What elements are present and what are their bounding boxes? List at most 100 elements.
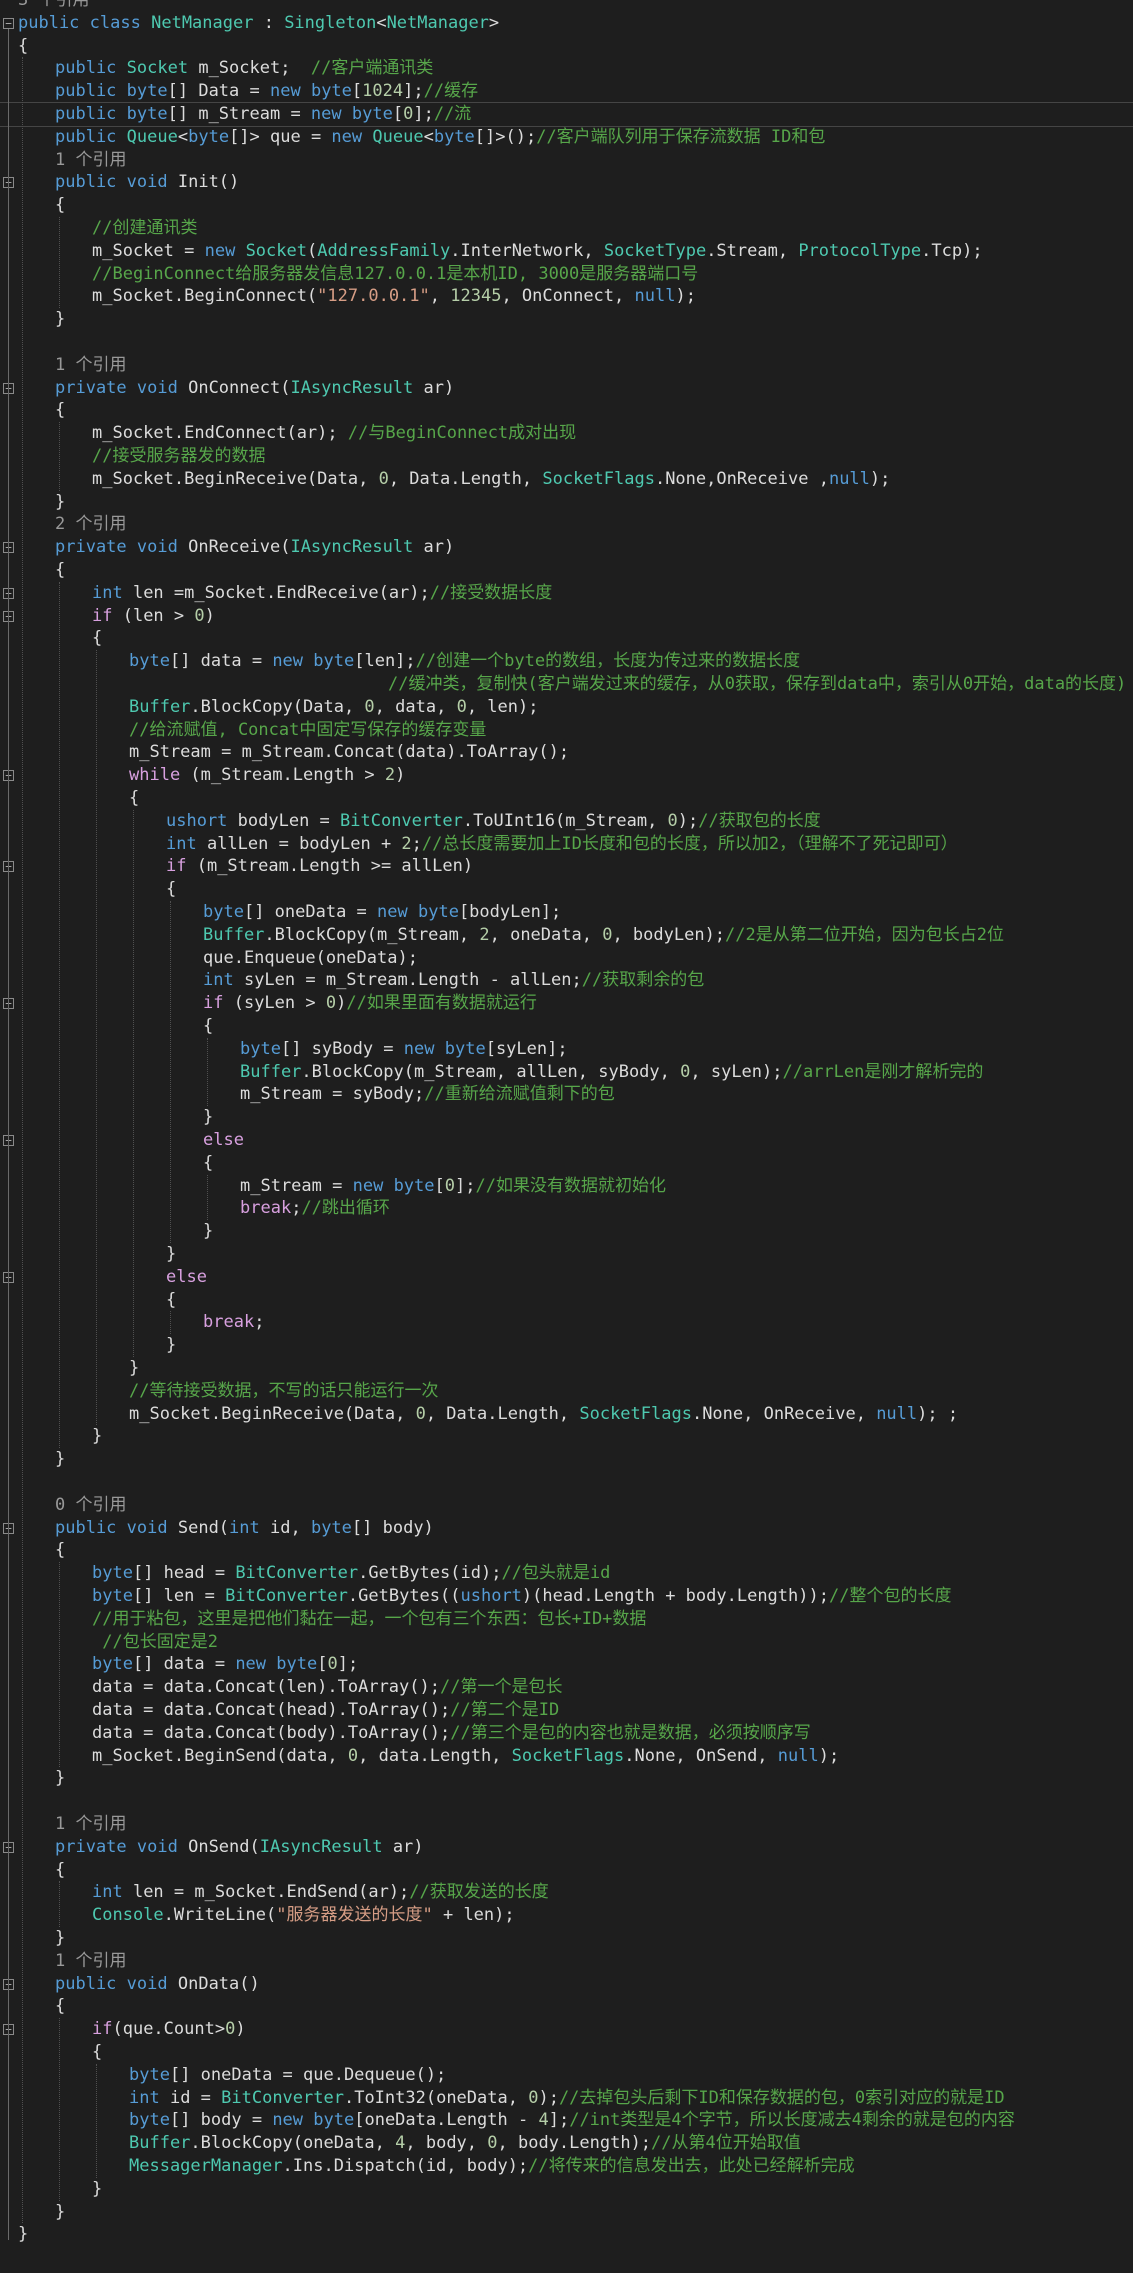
code-line[interactable]: } <box>0 1357 1133 1380</box>
code-line[interactable]: public Socket m_Socket; //客户端通讯类 <box>0 57 1133 80</box>
code-line[interactable]: 1 个引用 <box>0 1950 1133 1973</box>
codelens-references[interactable]: 2 个引用 <box>55 514 126 534</box>
code-comment: //int类型是4个字节，所以长度减去4剩余的就是包的内容 <box>569 2110 1015 2131</box>
code-line[interactable]: //用于粘包，这里是把他们黏在一起，一个包有三个东西：包长+ID+数据 <box>0 1608 1133 1631</box>
code-line[interactable]: } <box>0 1334 1133 1357</box>
code-line[interactable]: byte[] head = BitConverter.GetBytes(id);… <box>0 1562 1133 1585</box>
code-line[interactable]: { <box>0 627 1133 650</box>
code-line[interactable]: int allLen = bodyLen + 2;//总长度需要加上ID长度和包… <box>0 833 1133 856</box>
codelens-references[interactable]: 1 个引用 <box>55 150 126 170</box>
code-line[interactable]: m_Socket.EndConnect(ar); //与BeginConnect… <box>0 422 1133 445</box>
code-line[interactable]: data = data.Concat(head).ToArray();//第二个… <box>0 1699 1133 1722</box>
code-line[interactable]: − private void OnReceive(IAsyncResult ar) <box>0 536 1133 559</box>
code-line[interactable]: } <box>0 2201 1133 2224</box>
code-line[interactable]: { <box>0 2041 1133 2064</box>
code-line[interactable]: 3 个引用 <box>0 0 1133 12</box>
code-line[interactable]: − if (m_Stream.Length >= allLen) <box>0 855 1133 878</box>
code-line[interactable]: m_Stream = m_Stream.Concat(data).ToArray… <box>0 741 1133 764</box>
code-line[interactable]: byte[] data = new byte[len];//创建一个byte的数… <box>0 650 1133 673</box>
code-line[interactable]: 2 个引用 <box>0 513 1133 536</box>
code-line[interactable]: − public class NetManager : Singleton<Net… <box>0 12 1133 35</box>
code-line[interactable]: m_Socket.BeginConnect("127.0.0.1", 12345… <box>0 285 1133 308</box>
code-line[interactable]: } <box>0 1767 1133 1790</box>
code-token: ar) <box>382 1836 424 1857</box>
code-line[interactable] <box>0 1471 1133 1494</box>
code-line[interactable]: } <box>0 491 1133 514</box>
code-line[interactable]: − private void OnConnect(IAsyncResult ar) <box>0 377 1133 400</box>
code-line[interactable]: Console.WriteLine("服务器发送的长度" + len); <box>0 1904 1133 1927</box>
codelens-references[interactable]: 0 个引用 <box>55 1495 126 1515</box>
code-line[interactable]: { <box>0 787 1133 810</box>
code-line[interactable]: − private void OnSend(IAsyncResult ar) <box>0 1836 1133 1859</box>
code-line[interactable]: byte[] oneData = que.Dequeue(); <box>0 2064 1133 2087</box>
code-line[interactable]: //缓冲类，复制快(客户端发过来的缓存，从0获取，保存到data中，索引从0开始… <box>0 673 1133 696</box>
code-line[interactable]: public byte[] Data = new byte[1024];//缓存 <box>0 80 1133 103</box>
code-line[interactable]: − public void Init() <box>0 171 1133 194</box>
code-line[interactable]: − if (len > 0) <box>0 605 1133 628</box>
code-line[interactable]: m_Socket.BeginSend(data, 0, data.Length,… <box>0 1745 1133 1768</box>
code-line[interactable]: − public void Send(int id, byte[] body) <box>0 1517 1133 1540</box>
code-line[interactable]: 1 个引用 <box>0 149 1133 172</box>
code-line[interactable]: − else <box>0 1266 1133 1289</box>
code-token: public <box>55 81 117 102</box>
code-line[interactable]: //包长固定是2 <box>0 1631 1133 1654</box>
codelens-references[interactable]: 3 个引用 <box>18 0 89 10</box>
code-line[interactable] <box>0 1790 1133 1813</box>
code-line[interactable]: } <box>0 2223 1133 2246</box>
code-line[interactable]: data = data.Concat(len).ToArray();//第一个是… <box>0 1676 1133 1699</box>
code-line[interactable]: { <box>0 1995 1133 2018</box>
code-line[interactable]: //BeginConnect给服务器发信息127.0.0.1是本机ID, 300… <box>0 263 1133 286</box>
code-line[interactable]: { <box>0 1859 1133 1882</box>
fold-toggle-icon[interactable]: − <box>3 17 14 29</box>
code-line[interactable]: //创建通讯类 <box>0 217 1133 240</box>
code-line[interactable]: { <box>0 399 1133 422</box>
code-line[interactable]: public Queue<byte[]> que = new Queue<byt… <box>0 126 1133 149</box>
code-line[interactable]: MessagerManager.Ins.Dispatch(id, body);/… <box>0 2155 1133 2178</box>
code-comment: //总长度需要加上ID长度和包的长度，所以加2，（理解不了死记即可） <box>421 833 958 854</box>
code-line[interactable]: } <box>0 1927 1133 1950</box>
code-line[interactable]: { <box>0 194 1133 217</box>
code-line[interactable]: } <box>0 1243 1133 1266</box>
code-line[interactable]: int id = BitConverter.ToInt32(oneData, 0… <box>0 2087 1133 2110</box>
code-line[interactable]: − if(que.Count>0) <box>0 2018 1133 2041</box>
code-line[interactable]: } <box>0 308 1133 331</box>
code-line[interactable]: − public void OnData() <box>0 1973 1133 1996</box>
code-line[interactable]: 1 个引用 <box>0 354 1133 377</box>
code-line[interactable]: } <box>0 1448 1133 1471</box>
code-editor[interactable]: 3 个引用 − public class NetManager : Singleto… <box>0 0 1133 2273</box>
code-line[interactable]: Buffer.BlockCopy(oneData, 4, body, 0, bo… <box>0 2132 1133 2155</box>
code-line[interactable]: } <box>0 1425 1133 1448</box>
codelens-references[interactable]: 1 个引用 <box>55 355 126 375</box>
code-line[interactable]: { <box>0 1289 1133 1312</box>
code-line[interactable]: byte[] len = BitConverter.GetBytes((usho… <box>0 1585 1133 1608</box>
code-line[interactable] <box>0 331 1133 354</box>
code-line[interactable]: Buffer.BlockCopy(Data, 0, data, 0, len); <box>0 696 1133 719</box>
code-token: SocketType <box>603 240 707 261</box>
code-line[interactable]: m_Socket.BeginReceive(Data, 0, Data.Leng… <box>0 468 1133 491</box>
code-line[interactable]: ushort bodyLen = BitConverter.ToUInt16(m… <box>0 810 1133 833</box>
code-line[interactable]: 0 个引用 <box>0 1494 1133 1517</box>
code-line[interactable]: 1 个引用 <box>0 1813 1133 1836</box>
code-line[interactable]: { <box>0 1539 1133 1562</box>
code-line[interactable]: } <box>0 2178 1133 2201</box>
code-line[interactable]: //等待接受数据，不写的话只能运行一次 <box>0 1380 1133 1403</box>
code-line[interactable]: byte[] body = new byte[oneData.Length - … <box>0 2109 1133 2132</box>
code-line[interactable]: //接受服务器发的数据 <box>0 445 1133 468</box>
code-line[interactable]: − while (m_Stream.Length > 2) <box>0 764 1133 787</box>
code-line[interactable]: { <box>0 559 1133 582</box>
code-line[interactable]: m_Socket.BeginReceive(Data, 0, Data.Leng… <box>0 1403 1133 1426</box>
code-line[interactable]: int len = m_Socket.EndSend(ar);//获取发送的长度 <box>0 1881 1133 1904</box>
code-line[interactable]: { <box>0 35 1133 58</box>
code-line[interactable]: byte[] data = new byte[0]; <box>0 1653 1133 1676</box>
code-line[interactable]: public byte[] m_Stream = new byte[0];//流 <box>0 102 1133 127</box>
code-token: 0 <box>680 1061 691 1082</box>
code-line[interactable]: { <box>0 878 1133 901</box>
code-line[interactable]: m_Socket = new Socket(AddressFamily.Inte… <box>0 240 1133 263</box>
codelens-references[interactable]: 1 个引用 <box>55 1951 126 1971</box>
code-line[interactable]: data = data.Concat(body).ToArray();//第三个… <box>0 1722 1133 1745</box>
code-line[interactable]: //给流赋值, Concat中固定写保存的缓存变量 <box>0 719 1133 742</box>
code-line[interactable]: − int len =m_Socket.EndReceive(ar);//接受数据… <box>0 582 1133 605</box>
codelens-references[interactable]: 1 个引用 <box>55 1814 126 1834</box>
